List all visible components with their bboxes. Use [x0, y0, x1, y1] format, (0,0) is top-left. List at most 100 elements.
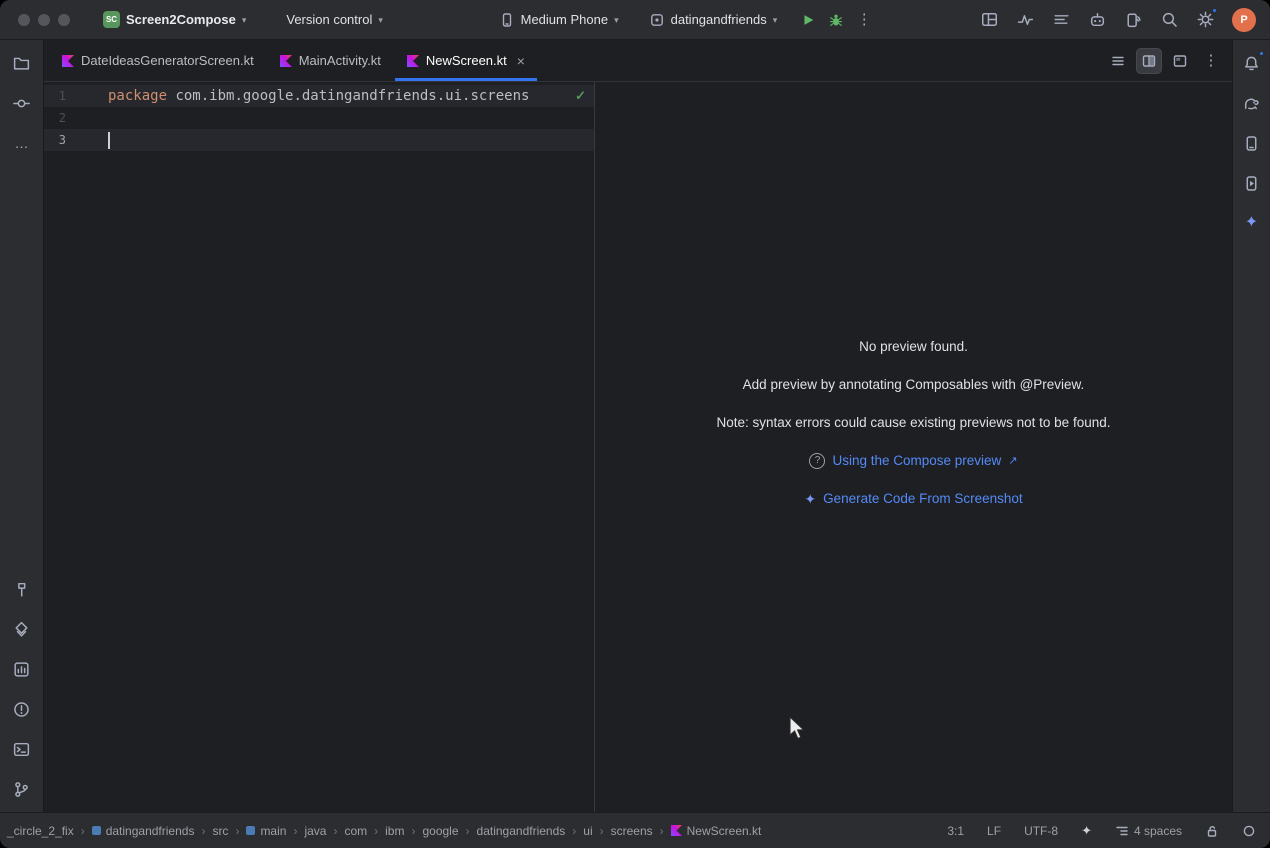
- breadcrumb-separator: ›: [81, 824, 85, 838]
- editor-line-2[interactable]: 2: [44, 107, 594, 129]
- kotlin-file-icon: [280, 55, 292, 67]
- split-view-button[interactable]: [1136, 48, 1162, 74]
- run-button[interactable]: [794, 6, 822, 34]
- layout-inspector-icon[interactable]: [980, 10, 999, 29]
- indent-widget[interactable]: 4 spaces: [1111, 822, 1186, 840]
- breadcrumb-item[interactable]: screens: [608, 822, 656, 840]
- insights-chart-icon: [12, 660, 31, 679]
- project-tool-button[interactable]: [7, 48, 37, 78]
- breadcrumb-separator: ›: [293, 824, 297, 838]
- device-manager-tool-button[interactable]: [1237, 128, 1267, 158]
- device-icon: [499, 12, 515, 28]
- breadcrumb-item[interactable]: _circle_2_fix: [4, 822, 77, 840]
- design-view-icon: [1172, 53, 1188, 69]
- commit-tool-button[interactable]: [7, 88, 37, 118]
- status-bar-widgets: 3:1 LF UTF-8 ✦ 4 spaces: [943, 822, 1260, 840]
- text-caret: [108, 132, 110, 149]
- module-icon: [246, 826, 255, 835]
- breadcrumb-item[interactable]: src: [209, 822, 231, 840]
- version-control-tool-button[interactable]: [7, 774, 37, 804]
- project-name: Screen2Compose: [126, 12, 236, 27]
- git-branch-icon: [12, 780, 31, 799]
- studio-bot-icon[interactable]: [1088, 10, 1107, 29]
- device-selector-label: Medium Phone: [521, 12, 608, 27]
- breadcrumb: _circle_2_fix › datingandfriends › src ›…: [4, 822, 764, 840]
- breadcrumb-separator: ›: [333, 824, 337, 838]
- gradle-icon: [1242, 94, 1261, 113]
- editor-line-3[interactable]: 3: [44, 129, 594, 151]
- inspections-icon: [1242, 824, 1256, 838]
- breadcrumb-item[interactable]: datingandfriends: [89, 822, 198, 840]
- gemini-tool-button[interactable]: ✦: [1237, 208, 1267, 238]
- inspection-highlight-widget[interactable]: [1238, 822, 1260, 840]
- more-vertical-icon: ⋮: [857, 12, 872, 27]
- window-zoom-button[interactable]: [58, 14, 70, 26]
- star-icon: ✦: [1081, 824, 1092, 837]
- project-widget[interactable]: SC Screen2Compose ▾: [96, 7, 253, 32]
- chevron-down-icon: ▾: [242, 16, 247, 25]
- search-icon[interactable]: [1160, 10, 1179, 29]
- breadcrumb-item[interactable]: main: [243, 822, 289, 840]
- readonly-toggle[interactable]: [1201, 822, 1223, 840]
- compose-preview-doc-link[interactable]: Using the Compose preview: [832, 452, 1001, 470]
- breadcrumb-separator: ›: [572, 824, 576, 838]
- generate-code-row: ✦ Generate Code From Screenshot: [804, 490, 1022, 508]
- notifications-button[interactable]: [1237, 48, 1267, 78]
- gradle-tool-button[interactable]: [1237, 88, 1267, 118]
- run-configuration-icon: [649, 12, 665, 28]
- tab-label: MainActivity.kt: [299, 53, 381, 68]
- terminal-tool-button[interactable]: [7, 734, 37, 764]
- tab-label: NewScreen.kt: [426, 53, 507, 68]
- editor-line-1[interactable]: 1 package com.ibm.google.datingandfriend…: [44, 85, 594, 107]
- device-mirroring-icon[interactable]: [1124, 10, 1143, 29]
- close-icon[interactable]: ×: [517, 54, 525, 68]
- breadcrumb-separator: ›: [466, 824, 470, 838]
- breadcrumb-item[interactable]: com: [341, 822, 370, 840]
- settings-icon[interactable]: [1196, 10, 1215, 29]
- breadcrumb-item[interactable]: datingandfriends: [474, 822, 569, 840]
- resource-manager-tool-button[interactable]: [7, 614, 37, 644]
- tab-dateideasgeneratorscreen[interactable]: DateIdeasGeneratorScreen.kt: [50, 40, 266, 81]
- tab-mainactivity[interactable]: MainActivity.kt: [268, 40, 393, 81]
- problems-tool-button[interactable]: [7, 694, 37, 724]
- encoding-widget[interactable]: UTF-8: [1020, 822, 1062, 840]
- resource-manager-icon: [12, 620, 31, 639]
- device-selector[interactable]: Medium Phone ▾: [492, 8, 626, 32]
- line-number: 2: [44, 111, 66, 125]
- window-minimize-button[interactable]: [38, 14, 50, 26]
- design-view-button[interactable]: [1167, 48, 1193, 74]
- breadcrumb-item-file[interactable]: NewScreen.kt: [668, 822, 765, 840]
- breadcrumb-item[interactable]: java: [301, 822, 329, 840]
- folder-icon: [12, 54, 31, 73]
- more-actions-button[interactable]: ⋮: [850, 6, 878, 34]
- app-quality-insights-tool-button[interactable]: [7, 654, 37, 684]
- breadcrumb-item[interactable]: ui: [580, 822, 595, 840]
- gemini-status-widget[interactable]: ✦: [1077, 822, 1096, 839]
- version-control-widget[interactable]: Version control ▾: [279, 8, 390, 31]
- breadcrumb-separator: ›: [600, 824, 604, 838]
- window-close-button[interactable]: [18, 14, 30, 26]
- terminal-icon: [12, 740, 31, 759]
- build-tool-button[interactable]: [7, 574, 37, 604]
- tab-newscreen[interactable]: NewScreen.kt ×: [395, 40, 537, 81]
- line-separator-widget[interactable]: LF: [983, 822, 1005, 840]
- running-devices-tool-button[interactable]: [1237, 168, 1267, 198]
- editor-view-mode-actions: ⋮: [1105, 40, 1232, 81]
- debug-button[interactable]: [822, 6, 850, 34]
- avatar[interactable]: P: [1232, 8, 1256, 32]
- status-bar: _circle_2_fix › datingandfriends › src ›…: [0, 812, 1270, 848]
- tab-options-button[interactable]: ⋮: [1198, 48, 1224, 74]
- breadcrumb-item[interactable]: ibm: [382, 822, 407, 840]
- android-studio-window: SC Screen2Compose ▾ Version control ▾ Me…: [0, 0, 1270, 848]
- code-editor[interactable]: 1 package com.ibm.google.datingandfriend…: [44, 82, 595, 812]
- inspections-ok-icon[interactable]: ✓: [575, 88, 586, 104]
- run-configuration-selector[interactable]: datingandfriends ▾: [642, 8, 785, 32]
- code-view-button[interactable]: [1105, 48, 1131, 74]
- generate-code-link[interactable]: Generate Code From Screenshot: [823, 490, 1023, 508]
- caret-position-widget[interactable]: 3:1: [943, 822, 968, 840]
- more-tool-windows-button[interactable]: …: [7, 128, 37, 158]
- logcat-icon[interactable]: [1052, 10, 1071, 29]
- breadcrumb-item[interactable]: google: [419, 822, 461, 840]
- chevron-down-icon: ▾: [614, 16, 619, 25]
- profiler-icon[interactable]: [1016, 10, 1035, 29]
